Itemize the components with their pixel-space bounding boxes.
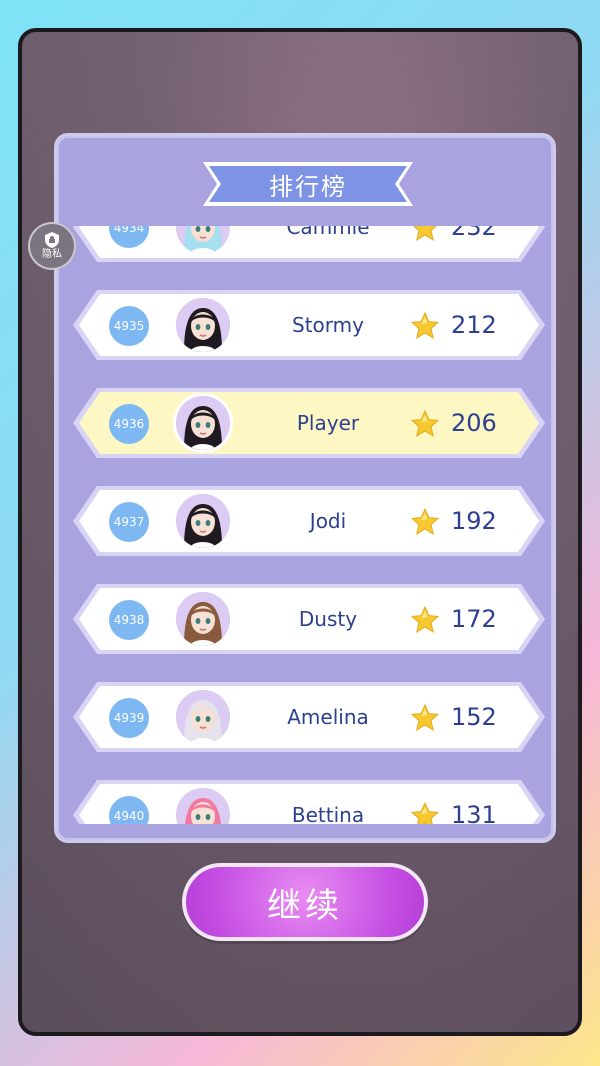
rank-badge: 4939 [109, 698, 149, 738]
privacy-label: 隐私 [42, 249, 62, 260]
score-value: 172 [451, 605, 497, 633]
leaderboard-panel: 排行榜 4934 Cammie 232 4935 Stormy 212 4936… [54, 133, 556, 843]
avatar [173, 491, 233, 551]
score-value: 131 [451, 801, 497, 824]
star-icon [411, 606, 439, 634]
player-name: Stormy [292, 313, 364, 337]
player-name: Amelina [287, 705, 369, 729]
score-value: 232 [451, 226, 497, 241]
score-value: 192 [451, 507, 497, 535]
avatar [173, 393, 233, 453]
star-icon [411, 802, 439, 824]
score-value: 212 [451, 311, 497, 339]
leaderboard-title: 排行榜 [269, 172, 347, 201]
star-icon [411, 508, 439, 536]
player-name: Player [296, 411, 360, 435]
privacy-button[interactable]: 隐私 [28, 222, 76, 270]
player-name: Jodi [309, 509, 347, 533]
avatar [173, 687, 233, 747]
leaderboard-row: 4935 Stormy 212 [71, 288, 547, 362]
continue-button[interactable]: 继续 [182, 863, 428, 941]
shield-icon [45, 232, 59, 248]
player-name: Cammie [286, 226, 370, 239]
star-icon [411, 312, 439, 340]
star-icon [413, 226, 437, 242]
rank-badge: 4938 [109, 600, 149, 640]
rank-badge: 4936 [109, 404, 149, 444]
score-value: 152 [451, 703, 497, 731]
leaderboard-row: 4940 Bettina 131 [71, 778, 547, 824]
star-icon [411, 410, 439, 438]
avatar [173, 295, 233, 355]
player-name: Dusty [298, 607, 358, 631]
player-name: Bettina [291, 803, 365, 824]
rank-badge: 4935 [109, 306, 149, 346]
leaderboard-row: 4934 Cammie 232 [71, 226, 547, 264]
score-value: 206 [451, 409, 497, 437]
leaderboard-list[interactable]: 4934 Cammie 232 4935 Stormy 212 4936 Pla… [63, 226, 553, 824]
leaderboard-row: 4936 Player 206 [71, 386, 547, 460]
avatar [173, 589, 233, 649]
rank-badge: 4937 [109, 502, 149, 542]
leaderboard-row: 4938 Dusty 172 [71, 582, 547, 656]
star-icon [411, 704, 439, 732]
leaderboard-row: 4939 Amelina 152 [71, 680, 547, 754]
leaderboard-row: 4937 Jodi 192 [71, 484, 547, 558]
leaderboard-title-ribbon: 排行榜 [203, 160, 413, 208]
